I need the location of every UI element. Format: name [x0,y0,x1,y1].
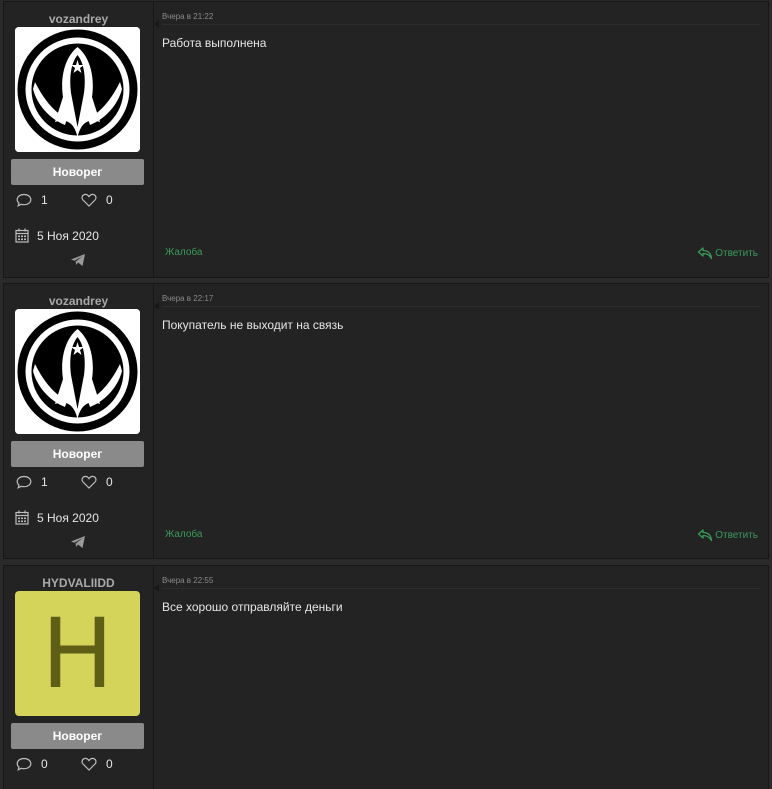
comment-icon [16,475,32,489]
likes-count-value: 0 [106,757,113,771]
user-stats: 1 0 [4,193,153,213]
reply-button[interactable]: Ответить [697,528,758,542]
post-message: Все хорошо отправляйте деньги [162,600,343,614]
rank-badge: Новорег [11,159,144,185]
rank-badge: Новорег [11,441,144,467]
post-divider [154,302,760,310]
post-content: Вчера в 21:22 Работа выполнена Жалоба От… [154,2,768,277]
post-divider [154,20,760,28]
report-link[interactable]: Жалоба [165,247,202,258]
post-date[interactable]: Вчера в 22:17 [162,294,213,303]
user-stats: 1 0 [4,475,153,495]
reply-label: Ответить [715,247,758,259]
telegram-icon [71,536,85,548]
avatar[interactable]: H [15,591,140,716]
post-date[interactable]: Вчера в 22:55 [162,576,213,585]
post-message: Работа выполнена [162,36,267,50]
reply-arrow-icon [698,529,713,542]
post: HYDVALIIDD H Новорег 0 0 Вчера в 22:55 В… [3,565,769,789]
likes-count-value: 0 [106,475,113,489]
username[interactable]: vozandrey [4,12,153,26]
thread: vozandrey Новорег 1 0 5 Ноя 2020 Вчера в… [0,0,772,789]
messages-count[interactable]: 1 [16,475,48,489]
registration-date: 5 Ноя 2020 [15,510,99,525]
post-divider [154,584,760,592]
likes-count-value: 0 [106,193,113,207]
reply-arrow-icon [698,247,713,260]
username[interactable]: HYDVALIIDD [4,576,153,590]
rank-badge: Новорег [11,723,144,749]
post-content: Вчера в 22:55 Все хорошо отправляйте ден… [154,566,768,789]
galactic-republic-emblem-icon [15,27,140,152]
user-panel: vozandrey Новорег 1 0 5 Ноя 2020 [4,284,154,558]
messages-count-value: 1 [41,193,48,207]
registration-date-value: 5 Ноя 2020 [37,228,99,243]
avatar[interactable] [15,309,140,434]
comment-icon [16,757,32,771]
likes-count[interactable]: 0 [81,475,113,489]
calendar-icon [15,228,29,243]
messages-count[interactable]: 1 [16,193,48,207]
likes-count[interactable]: 0 [81,193,113,207]
comment-icon [16,193,32,207]
user-stats: 0 0 [4,757,153,777]
messages-count[interactable]: 0 [16,757,48,771]
telegram-icon [71,254,85,266]
avatar[interactable] [15,27,140,152]
registration-date-value: 5 Ноя 2020 [37,510,99,525]
telegram-link[interactable] [70,535,86,554]
calendar-icon [15,510,29,525]
heart-icon [81,757,97,771]
messages-count-value: 1 [41,475,48,489]
user-panel: vozandrey Новорег 1 0 5 Ноя 2020 [4,2,154,277]
post: vozandrey Новорег 1 0 5 Ноя 2020 Вчера в… [3,1,769,278]
post-date[interactable]: Вчера в 21:22 [162,12,213,21]
post-content: Вчера в 22:17 Покупатель не выходит на с… [154,284,768,558]
telegram-link[interactable] [70,253,86,272]
user-panel: HYDVALIIDD H Новорег 0 0 [4,566,154,789]
heart-icon [81,193,97,207]
post: vozandrey Новорег 1 0 5 Ноя 2020 Вчера в… [3,283,769,559]
reply-label: Ответить [715,529,758,541]
heart-icon [81,475,97,489]
avatar-letter: H [41,597,114,710]
galactic-republic-emblem-icon [15,309,140,434]
reply-button[interactable]: Ответить [697,246,758,260]
report-link[interactable]: Жалоба [165,529,202,540]
username[interactable]: vozandrey [4,294,153,308]
likes-count[interactable]: 0 [81,757,113,771]
post-message: Покупатель не выходит на связь [162,318,344,332]
messages-count-value: 0 [41,757,48,771]
registration-date: 5 Ноя 2020 [15,228,99,243]
